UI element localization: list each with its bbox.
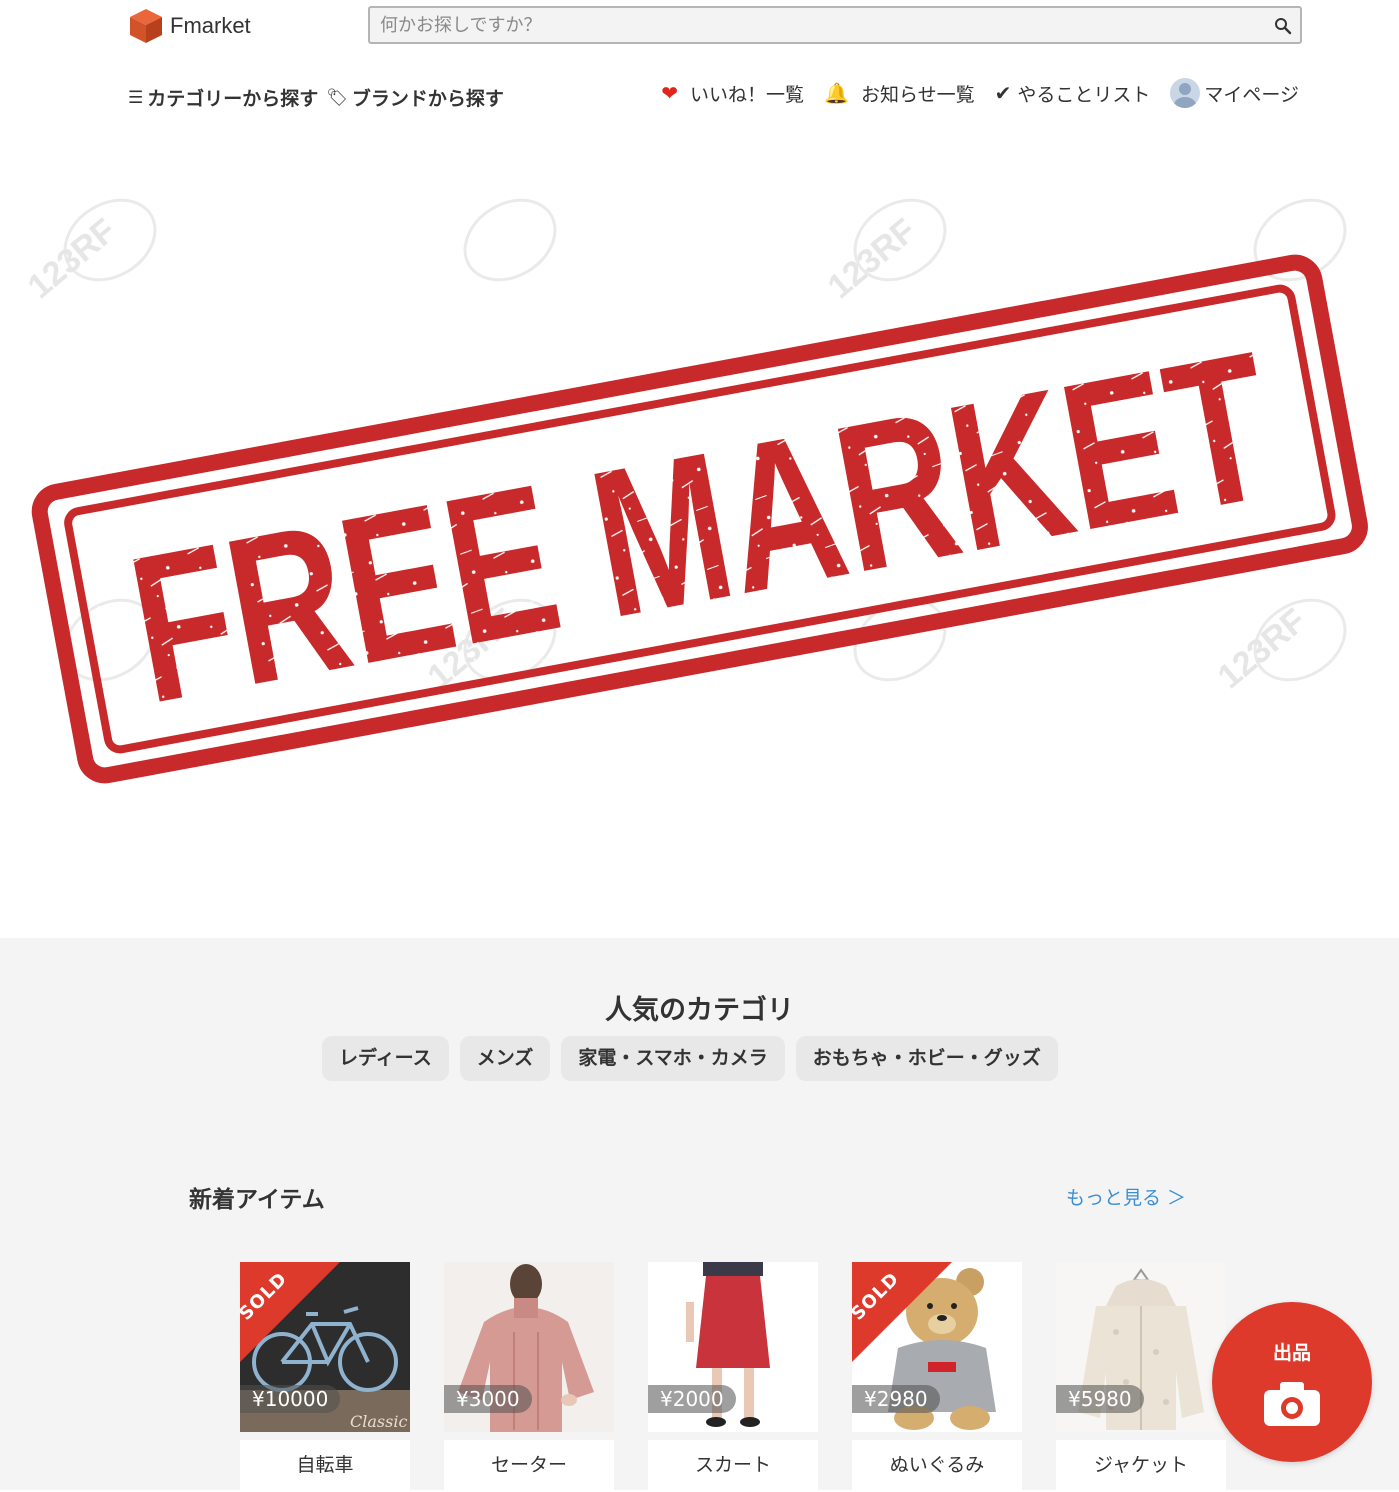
nav-left: ☰ カテゴリーから探す 🏷 ブランドから探す bbox=[128, 84, 512, 111]
chip-toys-hobby[interactable]: おもちゃ・ホビー・グッズ bbox=[795, 1036, 1058, 1081]
nav-notifications-label: お知らせ一覧 bbox=[860, 83, 975, 106]
nav-todo[interactable]: ✔ やることリスト bbox=[995, 80, 1151, 107]
search-bar bbox=[368, 6, 1302, 44]
chip-electronics[interactable]: 家電・スマホ・カメラ bbox=[561, 1036, 785, 1081]
item-price: ¥10000 bbox=[240, 1385, 341, 1413]
item-card[interactable]: Classic SOLD ¥10000 自転車 bbox=[240, 1262, 410, 1492]
nav-right: ❤ いいね！一覧 🔔 お知らせ一覧 ✔ やることリスト マイページ bbox=[641, 78, 1299, 108]
item-card[interactable]: SOLD ¥2980 ぬいぐるみ bbox=[852, 1262, 1022, 1492]
nav-brand-label: ブランドから探す bbox=[351, 88, 504, 110]
sold-badge: SOLD bbox=[852, 1262, 952, 1362]
watermark-text: 123RF bbox=[1211, 601, 1314, 696]
logo-text: Fmarket bbox=[170, 13, 251, 38]
chip-mens[interactable]: メンズ bbox=[459, 1036, 551, 1081]
nav-category-label: カテゴリーから探す bbox=[147, 88, 319, 110]
item-thumbnail: SOLD ¥2980 bbox=[852, 1262, 1022, 1432]
search-input[interactable] bbox=[370, 8, 1260, 42]
item-thumbnail: Classic SOLD ¥10000 bbox=[240, 1262, 410, 1432]
camera-icon bbox=[1264, 1382, 1320, 1426]
item-name: 自転車 bbox=[240, 1440, 410, 1492]
item-card[interactable]: ¥3000 セーター bbox=[444, 1262, 614, 1492]
item-price: ¥2980 bbox=[852, 1385, 940, 1413]
sold-badge: SOLD bbox=[240, 1262, 340, 1362]
item-name: ジャケット bbox=[1056, 1440, 1226, 1492]
item-card[interactable]: ¥2000 スカート bbox=[648, 1262, 818, 1492]
check-icon: ✔ bbox=[994, 81, 1012, 105]
avatar-icon bbox=[1170, 78, 1201, 108]
category-chips: レディース メンズ 家電・スマホ・カメラ おもちゃ・ホビー・グッズ bbox=[322, 1036, 1069, 1081]
bell-icon: 🔔 bbox=[824, 81, 849, 105]
nav-brand[interactable]: 🏷 ブランドから探す bbox=[326, 84, 504, 111]
item-price: ¥2000 bbox=[648, 1385, 736, 1413]
item-name: セーター bbox=[444, 1440, 614, 1492]
popular-category-title: 人気のカテゴリ bbox=[605, 995, 794, 1026]
nav-category[interactable]: ☰ カテゴリーから探す bbox=[128, 84, 318, 111]
nav-likes[interactable]: ❤ いいね！一覧 bbox=[661, 80, 804, 107]
nav-mypage[interactable]: マイページ bbox=[1170, 78, 1299, 108]
hero-banner[interactable]: 123RF 123RF 123RF 123RF FREE MARKET bbox=[0, 130, 1399, 938]
header: Fmarket ☰ カテゴリーから探す 🏷 ブランドから探す ❤ いいね！一覧 … bbox=[0, 0, 1399, 130]
free-market-stamp-image: 123RF 123RF 123RF 123RF FREE MARKET bbox=[21, 198, 1368, 784]
tag-icon: 🏷 bbox=[326, 87, 348, 108]
item-name: スカート bbox=[648, 1440, 818, 1492]
chip-ladies[interactable]: レディース bbox=[322, 1036, 449, 1081]
sold-label: SOLD bbox=[240, 1268, 292, 1325]
nav-todo-label: やることリスト bbox=[1017, 83, 1151, 106]
classic-label: Classic bbox=[350, 1412, 407, 1431]
item-price: ¥5980 bbox=[1056, 1385, 1144, 1413]
sold-label: SOLD bbox=[852, 1268, 904, 1325]
list-icon: ☰ bbox=[128, 87, 144, 108]
nav-mypage-label: マイページ bbox=[1204, 83, 1299, 106]
new-items-list: Classic SOLD ¥10000 自転車 ¥3000 セーター ¥2000… bbox=[240, 1262, 1260, 1492]
see-more-link[interactable]: もっと見る ＞ bbox=[1066, 1183, 1186, 1210]
item-name: ぬいぐるみ bbox=[852, 1440, 1022, 1492]
sell-button-label: 出品 bbox=[1272, 1342, 1311, 1364]
nav-notifications[interactable]: 🔔 お知らせ一覧 bbox=[824, 80, 975, 107]
box-logo-icon bbox=[130, 9, 162, 43]
nav-likes-label: いいね！一覧 bbox=[690, 83, 805, 106]
logo[interactable]: Fmarket bbox=[128, 7, 251, 45]
watermark-text: 123RF bbox=[821, 211, 924, 306]
search-icon[interactable] bbox=[1274, 17, 1292, 35]
heart-icon: ❤ bbox=[661, 81, 679, 105]
item-card[interactable]: ¥5980 ジャケット bbox=[1056, 1262, 1226, 1492]
item-thumbnail: ¥2000 bbox=[648, 1262, 818, 1432]
sell-button[interactable]: 出品 bbox=[1212, 1302, 1372, 1462]
new-items-title: 新着アイテム bbox=[189, 1187, 325, 1213]
item-thumbnail: ¥3000 bbox=[444, 1262, 614, 1432]
item-thumbnail: ¥5980 bbox=[1056, 1262, 1226, 1432]
item-price: ¥3000 bbox=[444, 1385, 532, 1413]
